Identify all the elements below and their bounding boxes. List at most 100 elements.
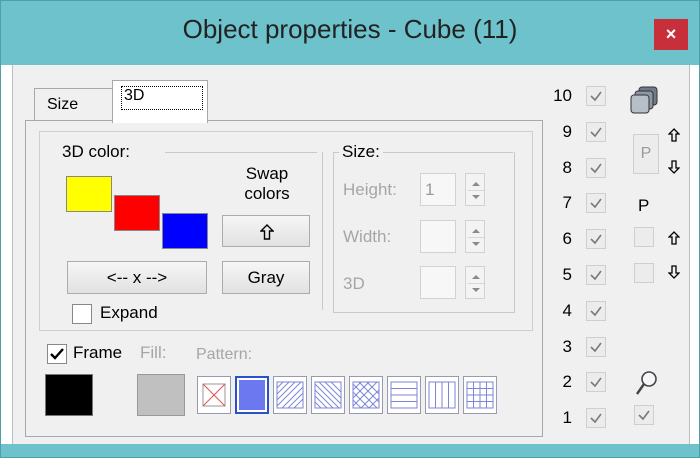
tab-3d-label: 3D — [121, 86, 203, 110]
layer-visible-checkbox[interactable] — [586, 408, 606, 429]
layer-visible-checkbox[interactable] — [586, 121, 606, 142]
color-swatch-side[interactable] — [114, 195, 160, 231]
frame-color-swatch[interactable] — [45, 374, 93, 416]
gray-button[interactable]: Gray — [222, 261, 310, 294]
p-box[interactable]: P — [633, 134, 659, 174]
close-icon: × — [665, 24, 677, 44]
horizontal-lines-icon — [390, 381, 418, 409]
depth-stepper[interactable] — [465, 266, 485, 299]
layer-number: 7 — [562, 193, 572, 213]
layer-number: 8 — [562, 157, 572, 177]
crosshatch-diag-icon — [352, 381, 380, 409]
layer-visible-checkbox[interactable] — [586, 193, 606, 214]
size-group-label: Size: — [339, 142, 383, 162]
frame-label: Frame — [73, 343, 123, 362]
pattern-grid[interactable] — [463, 376, 497, 414]
stepper-arrows-icon — [468, 229, 484, 246]
layer-visible-checkbox[interactable] — [586, 157, 606, 178]
width-label: Width: — [343, 227, 392, 246]
width-field[interactable] — [420, 220, 456, 253]
depth-label: 3D — [343, 274, 365, 293]
checkmark-icon — [590, 377, 602, 388]
checkmark-icon — [590, 127, 602, 138]
pattern-diag-left[interactable] — [311, 376, 345, 414]
diag-right-icon — [276, 381, 304, 409]
grid-icon — [466, 381, 494, 409]
bottom-checkbox[interactable] — [634, 405, 654, 425]
fill-color-swatch[interactable] — [137, 374, 185, 416]
checkmark-icon — [590, 234, 602, 245]
checkmark-icon — [590, 91, 602, 102]
none-icon — [202, 383, 226, 407]
stepper-arrows-icon — [468, 275, 484, 292]
height-label: Height: — [343, 180, 397, 199]
solid-icon — [239, 380, 265, 410]
swap-colors-label-2: colors — [244, 184, 290, 203]
pattern-solid[interactable] — [235, 376, 269, 414]
layer-visible-checkbox[interactable] — [586, 265, 606, 285]
pattern-label: Pattern: — [196, 346, 253, 363]
layer-number: 5 — [562, 265, 572, 284]
layer-number: 2 — [562, 372, 572, 392]
checkmark-icon — [590, 413, 602, 424]
tab-size[interactable]: Size — [34, 88, 114, 121]
checkmark-icon — [638, 410, 650, 421]
x-button[interactable]: <-- x --> — [67, 261, 207, 294]
p-label: P — [638, 196, 650, 215]
expand-checkbox[interactable] — [72, 304, 92, 324]
pattern-crosshatch-diag[interactable] — [349, 376, 383, 414]
pattern-none[interactable] — [197, 376, 231, 414]
depth-field[interactable] — [420, 266, 456, 299]
move-up-box[interactable] — [634, 227, 654, 247]
layer-number: 9 — [562, 121, 572, 141]
layer-visible-checkbox[interactable] — [586, 229, 606, 250]
tab-size-label: Size — [47, 96, 79, 113]
checkmark-icon — [50, 348, 64, 360]
color-group-divider — [322, 152, 323, 310]
layer-number: 6 — [562, 229, 572, 249]
checkmark-icon — [590, 270, 602, 281]
layer-visible-checkbox[interactable] — [586, 336, 606, 357]
width-stepper[interactable] — [465, 220, 485, 253]
layer-visible-checkbox[interactable] — [586, 86, 606, 106]
frame-checkbox[interactable] — [47, 344, 67, 364]
checkmark-icon — [590, 163, 602, 173]
window-bottom-edge — [1, 444, 699, 457]
swap-colors-label-1: Swap — [245, 164, 289, 183]
layer-number: 4 — [562, 300, 572, 320]
diag-left-icon — [314, 381, 342, 409]
color-group-line — [165, 152, 317, 153]
layer-number: 1 — [562, 408, 572, 428]
tab-3d[interactable]: 3D — [112, 80, 208, 123]
layer-visible-checkbox[interactable] — [586, 300, 606, 321]
pattern-vertical-lines[interactable] — [425, 376, 459, 414]
color-swatch-top[interactable] — [162, 213, 208, 249]
layer-number: 3 — [562, 336, 572, 356]
stepper-arrows-icon — [468, 182, 484, 199]
height-stepper[interactable] — [465, 173, 485, 206]
close-button[interactable]: × — [654, 19, 688, 50]
pattern-horizontal-lines[interactable] — [387, 376, 421, 414]
pattern-diag-right[interactable] — [273, 376, 307, 414]
vertical-lines-icon — [428, 381, 456, 409]
arrow-up-icon — [668, 231, 680, 245]
layer-number: 10 — [553, 86, 572, 105]
title-bar[interactable]: Object properties - Cube (11) × — [1, 1, 699, 65]
arrow-down-icon — [668, 160, 680, 174]
expand-label: Expand — [100, 303, 158, 322]
magnifier-icon[interactable] — [635, 370, 659, 398]
swap-colors-button[interactable] — [222, 215, 310, 247]
window-title: Object properties - Cube (11) — [182, 14, 518, 44]
fill-label: Fill: — [140, 343, 167, 362]
arrow-up-icon — [668, 128, 680, 142]
color-group-label: 3D color: — [59, 142, 134, 162]
checkmark-icon — [590, 198, 602, 209]
arrow-down-icon — [668, 265, 680, 279]
color-swatch-front[interactable] — [66, 176, 112, 212]
move-down-box[interactable] — [634, 263, 654, 283]
height-field[interactable]: 1 — [420, 173, 456, 206]
layers-stack-icon — [630, 86, 658, 114]
arrow-up-icon — [260, 224, 274, 240]
checkmark-icon — [590, 342, 602, 352]
layer-visible-checkbox[interactable] — [586, 372, 606, 393]
